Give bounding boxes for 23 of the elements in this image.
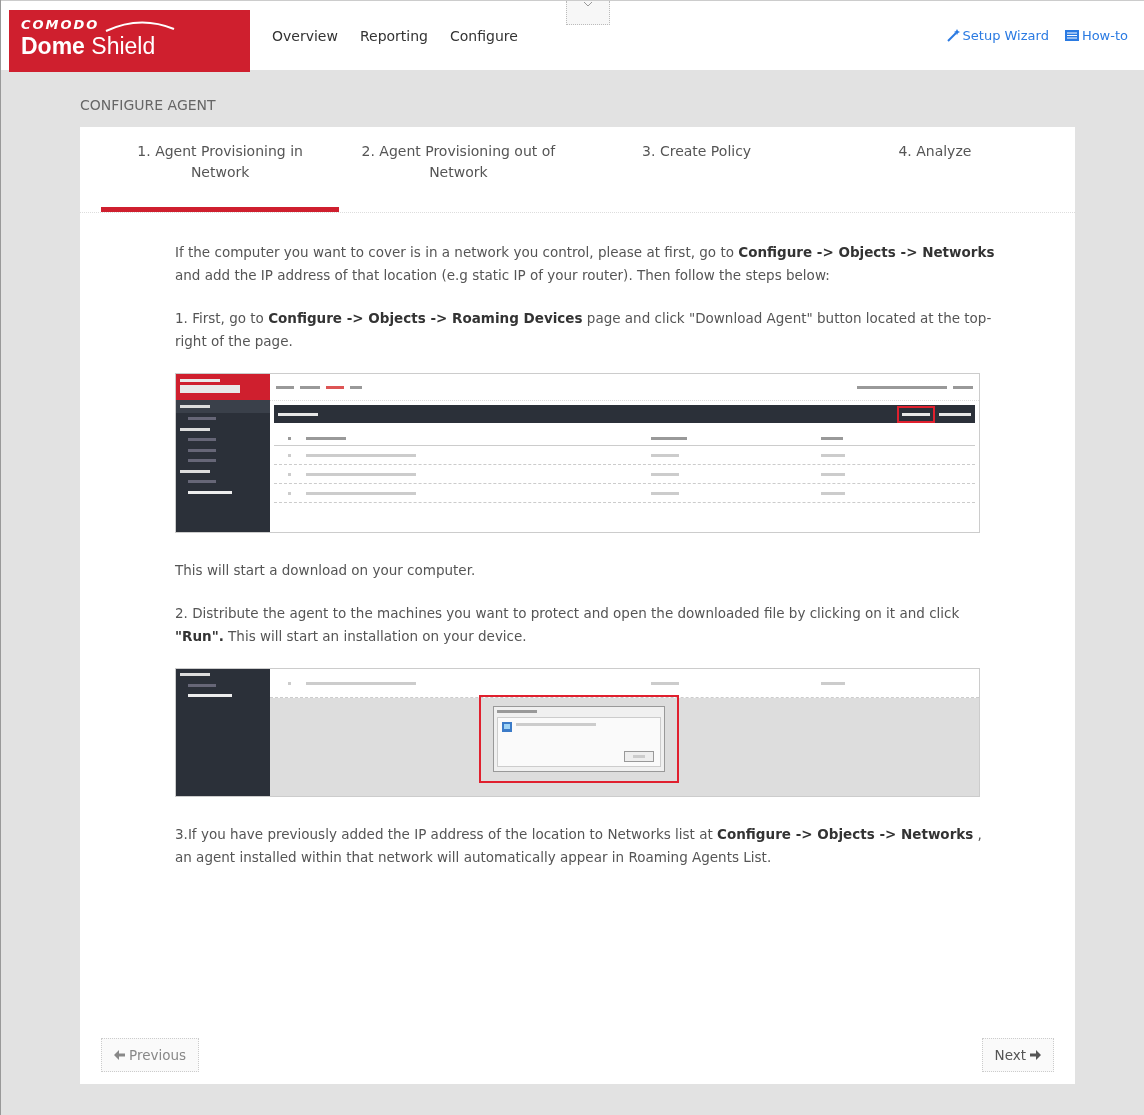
instruction-text: This will start a download on your computer. bbox=[175, 561, 477, 580]
how-to-link[interactable]: How-to bbox=[1064, 28, 1128, 43]
instruction-text: 3.If you have previously added the IP address of the location to Networks list at Configure -> Objects -> Networks , an agent installed within that network will automatically appear in Roaming Agents List. bbox=[175, 825, 983, 867]
swoosh-icon bbox=[105, 20, 176, 32]
wand-icon bbox=[946, 29, 960, 42]
setup-wizard-link[interactable]: Setup Wizard bbox=[946, 28, 1049, 43]
next-button[interactable]: Next bbox=[981, 1038, 1054, 1072]
nav-link[interactable]: Configure bbox=[450, 27, 518, 44]
nav-link[interactable]: Overview bbox=[272, 27, 338, 44]
installer-icon bbox=[501, 721, 513, 733]
collapse-handle[interactable] bbox=[566, 1, 610, 25]
arrow-right-icon bbox=[1030, 1050, 1041, 1060]
previous-button[interactable]: Previous bbox=[101, 1038, 200, 1072]
page-title: CONFIGURE AGENT bbox=[80, 96, 217, 115]
book-icon bbox=[1064, 30, 1079, 41]
nav-link[interactable]: Reporting bbox=[359, 27, 428, 44]
logo[interactable]: COMODO Dome Shield bbox=[9, 10, 250, 72]
instruction-text: If the computer you want to cover is in a network you control, please at first, go to Configure -> Objects -> Networks and add the IP address of that location (e.g static IP of your router). Then follow the steps below: bbox=[175, 243, 995, 285]
instruction-text: 1. First, go to Configure -> Objects -> Roaming Devices page and click "Download Agent" button located at the top-right of the page. bbox=[175, 309, 993, 351]
logo-product: Dome Shield bbox=[21, 32, 157, 60]
arrow-left-icon bbox=[114, 1050, 125, 1060]
logo-brand: COMODO bbox=[21, 18, 100, 32]
instruction-text: 2. Distribute the agent to the machines you want to protect and open the downloaded file by clicking on it and click "Run". This will start an installation on your device. bbox=[175, 604, 961, 646]
